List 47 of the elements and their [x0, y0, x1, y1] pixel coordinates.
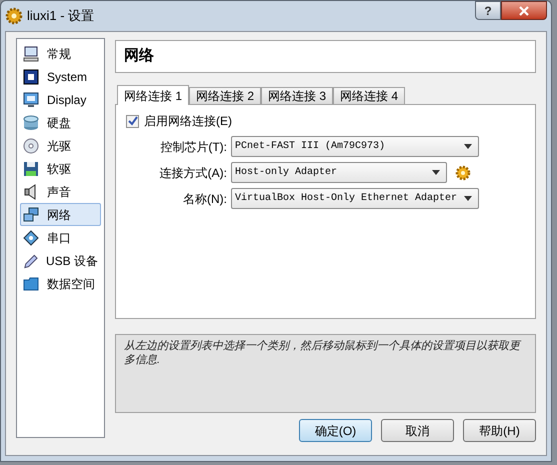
help-button[interactable]: ?: [475, 1, 501, 20]
dropdown-arrow-icon: [464, 196, 472, 201]
close-icon: [519, 6, 529, 16]
category-item[interactable]: 光驱: [20, 134, 101, 157]
diamond-plug-icon: [23, 230, 39, 246]
floppy-icon: [23, 160, 39, 176]
dialog-button[interactable]: 取消: [381, 419, 454, 442]
chip-icon: [23, 68, 39, 84]
category-item[interactable]: 硬盘: [20, 111, 101, 134]
monitor-icon: [23, 92, 39, 108]
gear-icon: [5, 7, 23, 25]
category-item[interactable]: 数据空间: [20, 272, 101, 295]
close-button[interactable]: [501, 1, 547, 20]
field-label: 连接方式(A):: [158, 164, 228, 182]
field-label: 名称(N):: [182, 190, 228, 208]
info-text: 从左边的设置列表中选择一个类别，然后移动鼠标到一个具体的设置项目以获取更多信息.: [115, 334, 536, 413]
tab[interactable]: 网络连接 2: [189, 87, 262, 104]
category-item[interactable]: 软驱: [20, 157, 101, 180]
tab[interactable]: 网络连接 4: [333, 87, 406, 104]
category-item[interactable]: 声音: [20, 180, 101, 203]
window-title: liuxi1 - 设置: [27, 7, 94, 26]
dropdown[interactable]: PCnet-FAST III (Am79C973): [231, 136, 479, 157]
section-title: 网络: [124, 46, 154, 66]
field-label: 控制芯片(T):: [159, 138, 228, 156]
tab[interactable]: 网络连接 3: [261, 87, 334, 104]
usb-plug-icon: [23, 252, 38, 268]
computer-icon: [23, 46, 39, 62]
category-item[interactable]: 常规: [20, 42, 101, 65]
dialog-button[interactable]: 帮助(H): [463, 419, 536, 442]
folder-icon: [23, 276, 39, 292]
category-item[interactable]: Display: [20, 88, 101, 111]
category-item[interactable]: System: [20, 65, 101, 88]
checkbox[interactable]: [126, 114, 139, 128]
category-item[interactable]: 网络: [20, 203, 101, 226]
checkbox-label: 启用网络连接(E): [144, 113, 232, 130]
network-icon: [23, 206, 39, 222]
dropdown-arrow-icon: [432, 170, 440, 175]
category-item[interactable]: 串口: [20, 226, 101, 249]
category-item[interactable]: USB 设备: [20, 249, 101, 272]
dropdown[interactable]: Host-only Adapter: [231, 162, 447, 183]
gear-icon[interactable]: [455, 164, 471, 180]
tab[interactable]: 网络连接 1: [117, 85, 190, 105]
dropdown-arrow-icon: [464, 144, 472, 149]
disc-icon: [23, 138, 39, 154]
dropdown[interactable]: VirtualBox Host-Only Ethernet Adapter: [231, 188, 479, 209]
disk-stack-icon: [23, 114, 39, 130]
dialog-button[interactable]: 确定(O): [299, 419, 372, 442]
